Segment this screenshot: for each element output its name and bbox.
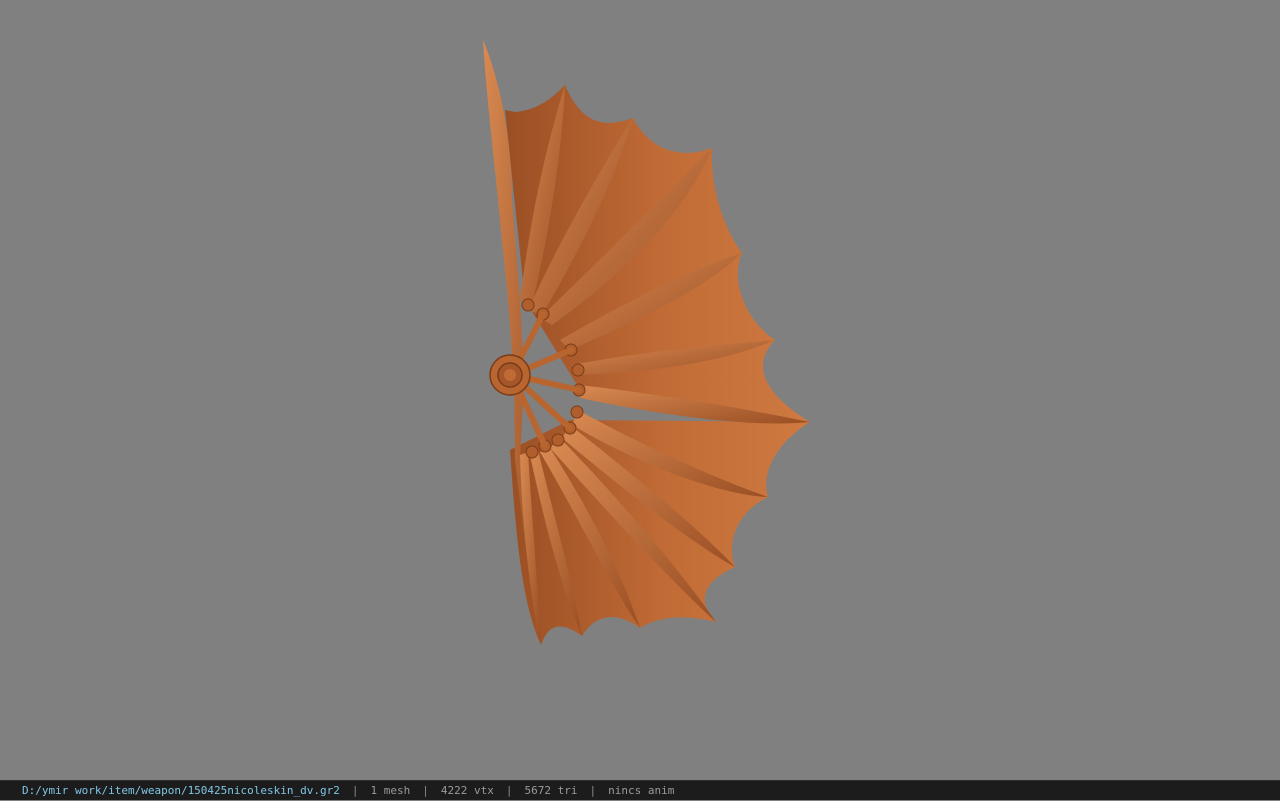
status-bar: D:/ymir work/item/weapon/150425nicoleski… <box>0 780 1280 800</box>
status-separator: | <box>505 784 513 797</box>
file-path: D:/ymir work/item/weapon/150425nicoleski… <box>22 784 340 797</box>
status-separator: | <box>351 784 359 797</box>
status-separator: | <box>422 784 429 797</box>
wing-hub <box>489 354 531 396</box>
mesh-count: 1 mesh <box>370 784 411 797</box>
triangle-count: 5672 tri <box>524 784 578 797</box>
status-separator: | <box>589 784 597 797</box>
vertex-count: 4222 vtx <box>440 784 494 797</box>
wing-shield-model-icon <box>483 40 810 645</box>
animation-status: nincs anim <box>608 784 675 797</box>
3d-viewport[interactable] <box>0 0 1280 780</box>
